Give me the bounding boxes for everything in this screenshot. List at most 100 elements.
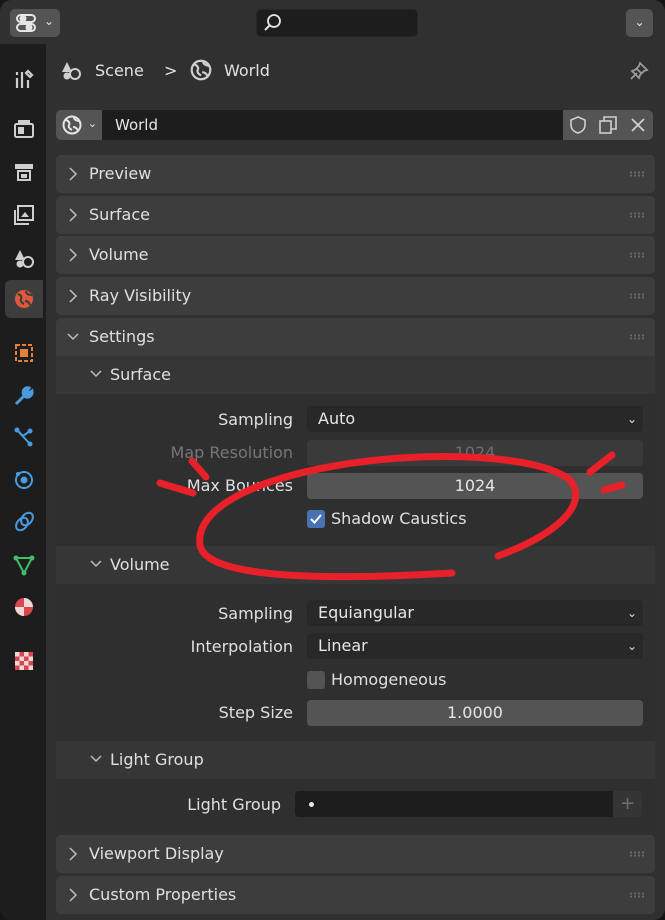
render-icon <box>14 120 34 138</box>
chevron-down-icon <box>67 333 79 341</box>
homogeneous-label: Homogeneous <box>331 670 447 689</box>
tab-data[interactable] <box>5 546 43 584</box>
drag-handle-icon[interactable] <box>629 892 645 898</box>
panel-surface[interactable]: Surface <box>56 196 655 234</box>
light-group-field[interactable] <box>295 791 613 817</box>
volume-sampling-label: Sampling <box>218 604 293 623</box>
tab-scene[interactable] <box>5 239 43 277</box>
browse-world-button[interactable]: ⌄ <box>56 110 102 140</box>
checkmark-icon <box>310 514 322 524</box>
panel-settings[interactable]: Settings <box>56 318 655 356</box>
fake-user-button[interactable] <box>563 110 593 140</box>
physics-icon <box>15 471 33 489</box>
chevron-right-icon <box>69 208 78 222</box>
tab-modifiers[interactable] <box>5 377 43 415</box>
volume-sampling-dropdown[interactable]: Equiangular ⌄ <box>307 600 643 626</box>
subpanel-title: Light Group <box>110 750 204 769</box>
map-resolution-label: Map Resolution <box>170 443 293 462</box>
drag-handle-icon[interactable] <box>629 171 645 177</box>
properties-editor: ⌄ ⌄ Scene > World ⌄ World Preview Surfac… <box>0 0 665 920</box>
step-size-field[interactable]: 1.0000 <box>307 700 643 726</box>
dropdown-value: Equiangular <box>318 603 414 622</box>
properties-tabs <box>0 44 46 920</box>
wrench-icon <box>14 386 34 406</box>
output-icon <box>15 164 33 181</box>
drag-handle-icon[interactable] <box>629 334 645 340</box>
drag-handle-icon[interactable] <box>629 293 645 299</box>
surface-sampling-dropdown[interactable]: Auto ⌄ <box>307 406 643 432</box>
options-dropdown-button[interactable]: ⌄ <box>626 9 653 37</box>
shield-icon <box>570 116 586 134</box>
pin-icon[interactable] <box>628 60 650 82</box>
tab-world[interactable] <box>5 280 43 318</box>
duplicate-button[interactable] <box>593 110 623 140</box>
object-icon <box>15 344 33 362</box>
world-icon <box>190 59 212 81</box>
chevron-right-icon <box>69 167 78 181</box>
tab-render[interactable] <box>5 110 43 148</box>
tab-physics[interactable] <box>5 461 43 499</box>
step-size-label: Step Size <box>218 703 293 722</box>
interpolation-dropdown[interactable]: Linear ⌄ <box>307 633 643 659</box>
drag-handle-icon[interactable] <box>629 252 645 258</box>
tab-tool[interactable] <box>5 60 43 98</box>
world-icon <box>15 290 33 308</box>
chevron-right-icon <box>69 248 78 262</box>
world-icon <box>62 115 82 135</box>
breadcrumb-world: World <box>224 61 270 80</box>
tab-view-layer[interactable] <box>5 196 43 234</box>
tab-particles[interactable] <box>5 418 43 456</box>
duplicate-icon <box>599 116 617 134</box>
scene-icon <box>62 62 81 80</box>
panel-title: Settings <box>89 327 155 346</box>
max-bounces-label: Max Bounces <box>186 476 293 495</box>
constraints-icon <box>15 511 34 532</box>
breadcrumb: Scene > World <box>46 44 665 100</box>
chevron-right-icon <box>69 888 78 902</box>
properties-editor-icon <box>16 14 36 32</box>
subpanel-title: Volume <box>110 555 170 574</box>
panel-ray-visibility[interactable]: Ray Visibility <box>56 277 655 315</box>
tab-material[interactable] <box>5 588 43 626</box>
drag-handle-icon[interactable] <box>629 212 645 218</box>
scene-icon <box>15 250 34 268</box>
chevron-down-icon: ⌄ <box>634 15 645 29</box>
unlink-button[interactable] <box>623 110 653 140</box>
breadcrumb-separator: > <box>164 61 178 80</box>
editor-header: ⌄ ⌄ <box>0 0 665 44</box>
search-icon <box>264 14 281 31</box>
panel-title: Custom Properties <box>89 885 237 904</box>
panel-title: Volume <box>89 245 149 264</box>
chevron-down-icon <box>90 370 102 378</box>
chevron-right-icon <box>69 289 78 303</box>
tab-output[interactable] <box>5 153 43 191</box>
light-group-label: Light Group <box>187 795 281 814</box>
subpanel-surface[interactable]: Surface <box>56 356 655 394</box>
panel-preview[interactable]: Preview <box>56 155 655 193</box>
close-icon <box>631 118 645 132</box>
max-bounces-field[interactable]: 1024 <box>307 473 643 499</box>
bullet-icon <box>309 802 314 807</box>
interpolation-label: Interpolation <box>190 637 293 656</box>
drag-handle-icon[interactable] <box>629 851 645 857</box>
homogeneous-checkbox[interactable] <box>307 671 325 689</box>
subpanel-light-group[interactable]: Light Group <box>56 741 655 779</box>
dropdown-value: Linear <box>318 636 368 655</box>
tab-texture[interactable] <box>5 642 43 680</box>
tab-object[interactable] <box>5 334 43 372</box>
shadow-caustics-checkbox[interactable] <box>307 510 325 528</box>
world-name-field[interactable]: World <box>102 110 563 140</box>
panel-custom-properties[interactable]: Custom Properties <box>56 876 655 914</box>
panel-viewport-display[interactable]: Viewport Display <box>56 835 655 873</box>
subpanel-volume[interactable]: Volume <box>56 546 655 584</box>
properties-content: Scene > World ⌄ World Preview Surface Vo… <box>46 44 665 920</box>
panel-volume[interactable]: Volume <box>56 236 655 274</box>
map-resolution-field[interactable]: 1024 <box>307 440 643 466</box>
panel-title: Viewport Display <box>89 844 224 863</box>
world-datablock-selector: ⌄ World <box>56 110 653 140</box>
panel-title: Preview <box>89 164 152 183</box>
tab-constraints[interactable] <box>5 503 43 541</box>
add-light-group-button[interactable]: + <box>613 791 642 817</box>
editor-type-button[interactable]: ⌄ <box>10 9 60 37</box>
search-input[interactable] <box>256 9 418 37</box>
